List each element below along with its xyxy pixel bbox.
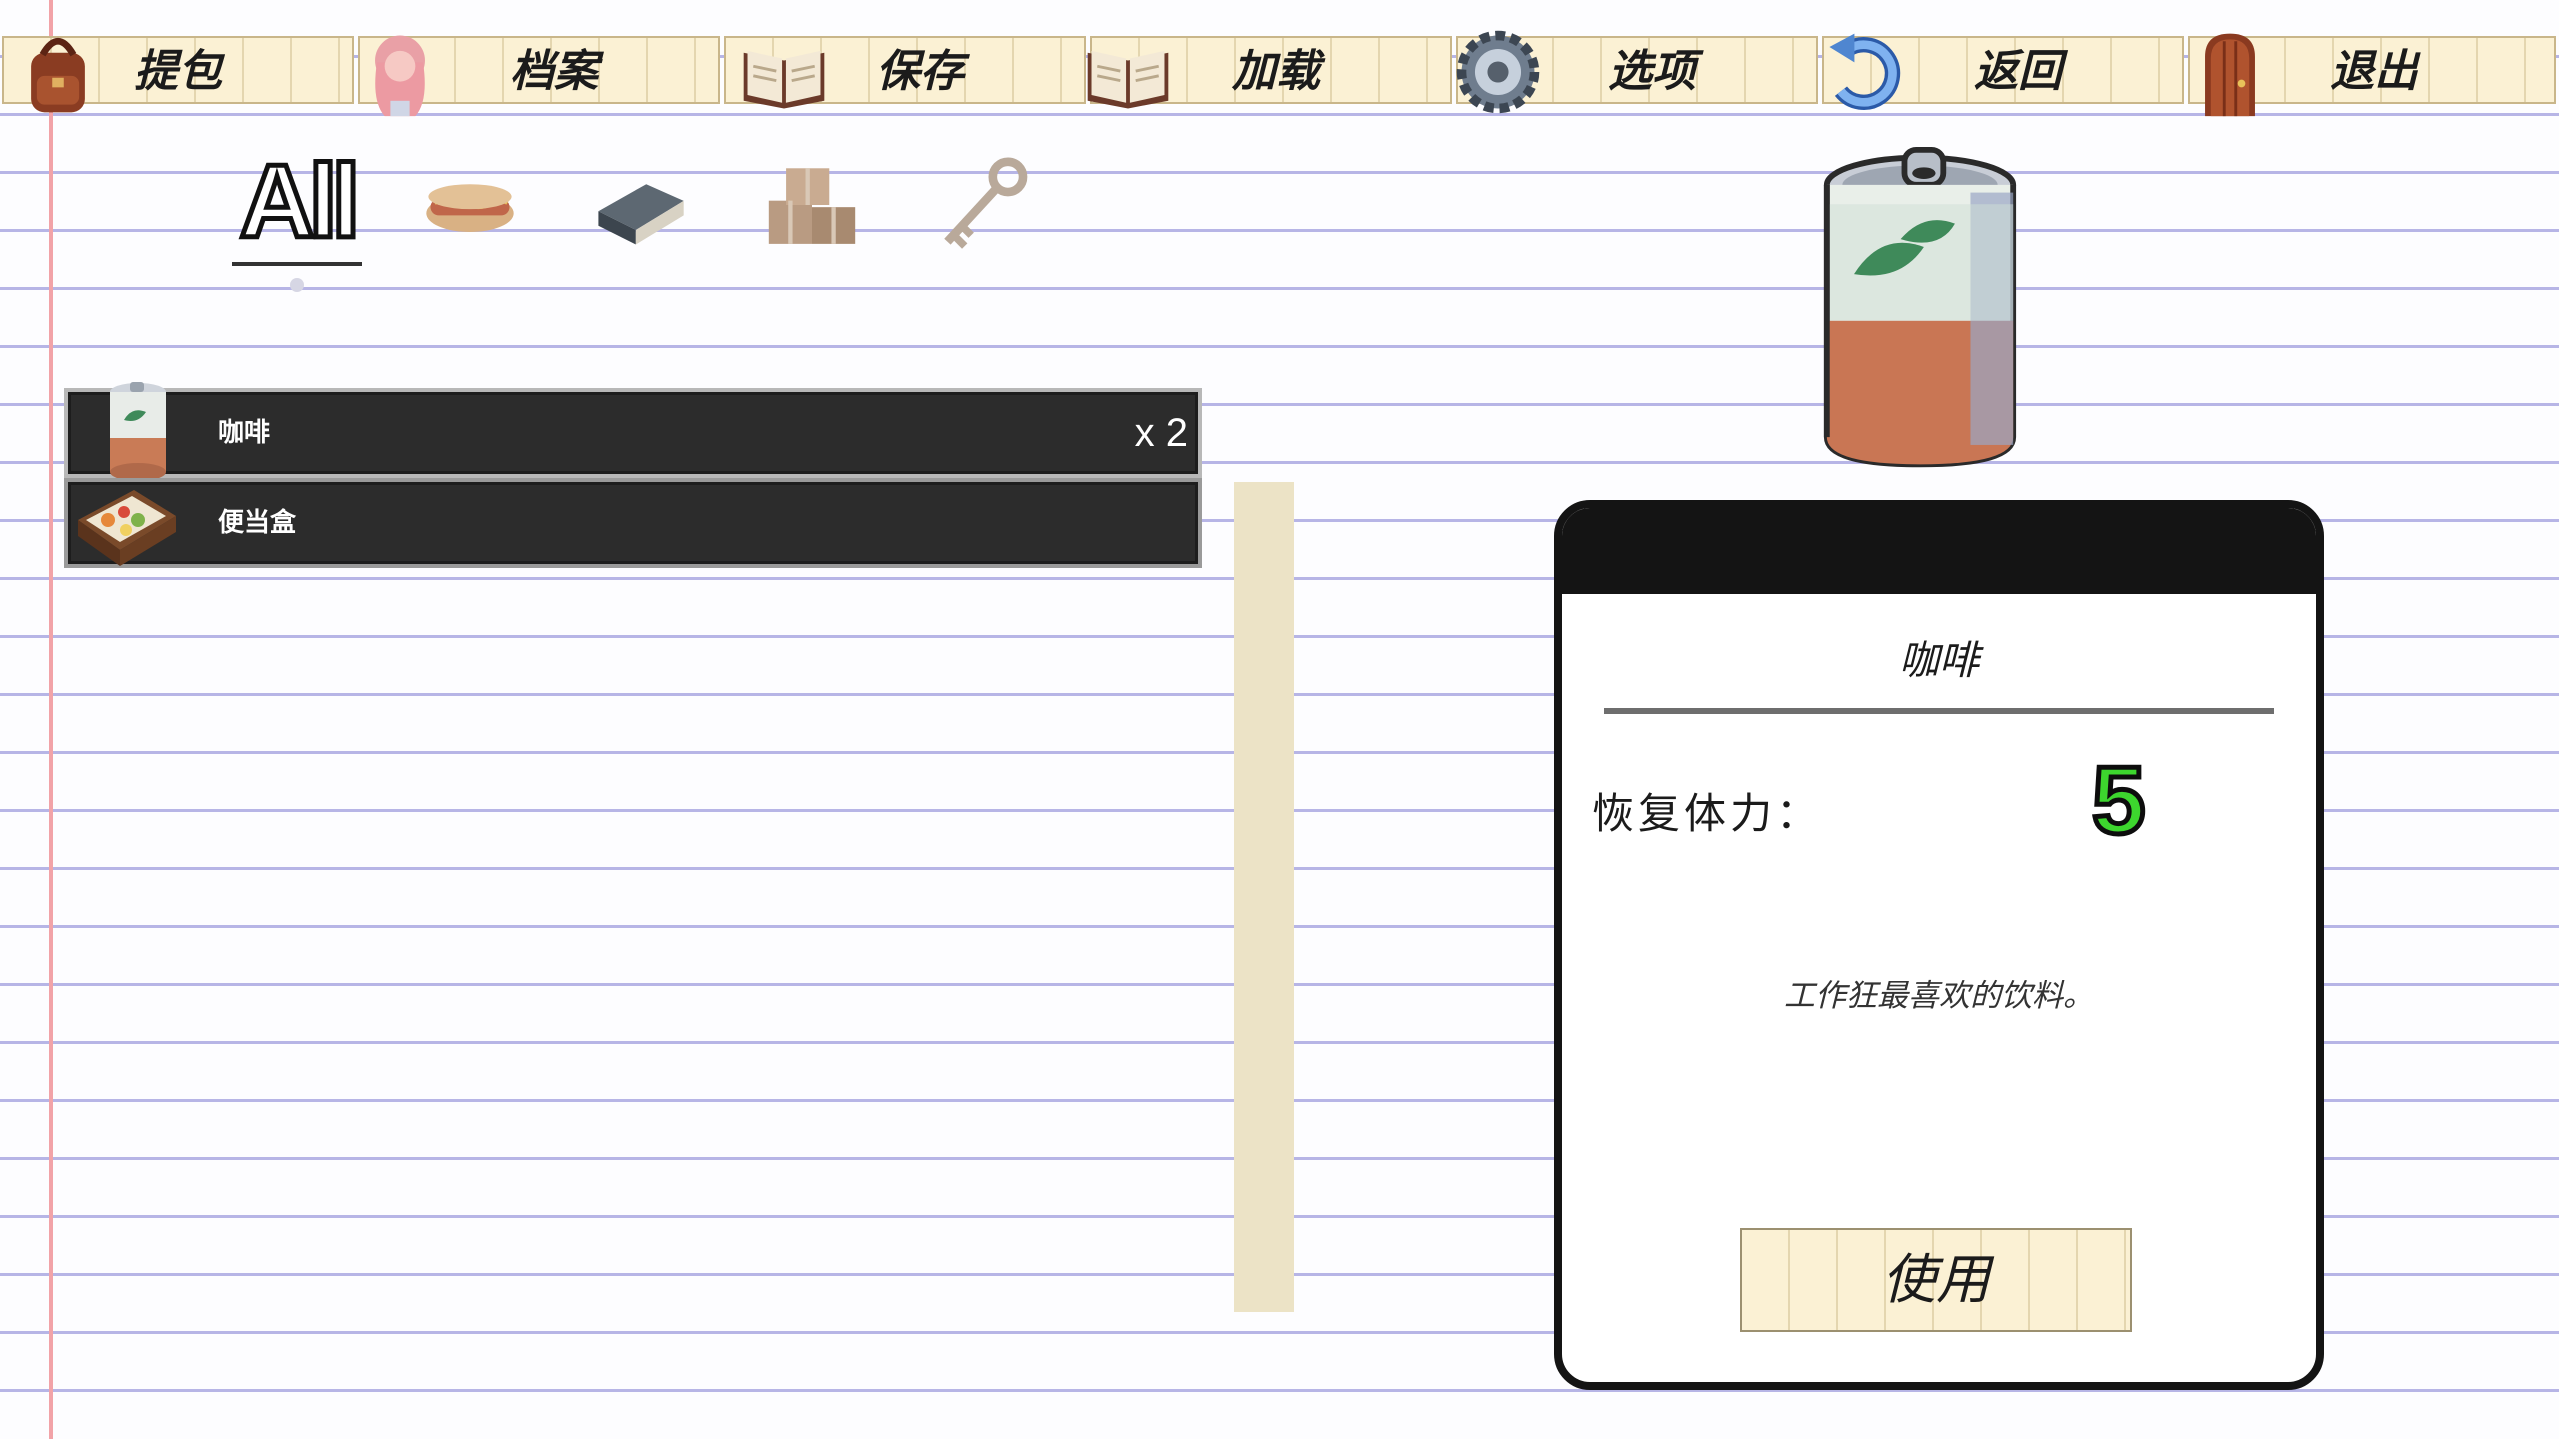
item-description: 工作狂最喜欢的饮料。 xyxy=(1784,978,2094,1014)
menu-quit-button[interactable]: 退出 xyxy=(2188,33,2556,117)
menu-load-button[interactable]: 加载 xyxy=(1087,36,1452,109)
girl-portrait-icon xyxy=(352,24,448,120)
menu-profile-button[interactable]: 档案 xyxy=(358,35,720,117)
menu-load-label: 加载 xyxy=(1232,46,1320,97)
use-item-button[interactable]: 使用 xyxy=(1740,1228,2132,1332)
menu-quit-label: 退出 xyxy=(2330,46,2418,97)
key-icon xyxy=(944,157,1028,249)
selected-item-image xyxy=(1800,146,2040,476)
selected-tab-dot xyxy=(290,278,304,292)
category-book-tab[interactable] xyxy=(588,150,692,260)
inventory-item-coffee[interactable]: 咖啡 x 2 xyxy=(64,382,1202,481)
return-arrow-icon xyxy=(1816,24,1912,120)
category-gifts-tab[interactable] xyxy=(758,150,866,260)
inventory-item-bento[interactable]: 便当盒 xyxy=(64,478,1202,568)
gift-boxes-icon xyxy=(768,168,856,244)
selected-tab-underline xyxy=(232,262,362,266)
coffee-can-icon xyxy=(1823,146,2017,468)
title-divider xyxy=(1604,708,2274,714)
detail-title: 咖啡 xyxy=(1899,638,1979,684)
category-food-tab[interactable] xyxy=(418,150,522,260)
gear-icon xyxy=(1450,24,1546,120)
item-detail-card: 咖啡 恢复体力： 5 工作狂最喜欢的饮料。 使用 xyxy=(1554,500,2324,1390)
open-book-icon xyxy=(1080,24,1176,120)
bento-box-icon xyxy=(72,470,182,580)
menu-options-button[interactable]: 选项 xyxy=(1456,30,1818,114)
item-name: 咖啡 xyxy=(218,418,271,448)
menu-options-label: 选项 xyxy=(1608,46,1696,97)
menu-save-label: 保存 xyxy=(876,46,964,97)
menu-back-label: 返回 xyxy=(1974,46,2062,97)
book-icon xyxy=(598,184,684,245)
backpack-icon xyxy=(10,24,106,120)
menu-back-button[interactable]: 返回 xyxy=(1822,33,2184,110)
menu-bag-label: 提包 xyxy=(134,46,222,97)
item-name: 便当盒 xyxy=(218,508,297,538)
menu-save-button[interactable]: 保存 xyxy=(724,36,1086,109)
inventory-scrollbar[interactable] xyxy=(1234,482,1294,1312)
stamina-restore-label: 恢复体力： xyxy=(1592,789,1823,838)
item-count: x 2 xyxy=(1134,411,1188,455)
menu-profile-label: 档案 xyxy=(510,46,598,97)
stamina-restore-value: 5 xyxy=(2089,745,2147,857)
card-header-bar xyxy=(1562,508,2316,594)
menu-bag-button[interactable]: 提包 xyxy=(2,36,354,113)
door-icon xyxy=(2182,24,2278,120)
open-book-icon xyxy=(736,24,832,120)
food-icon xyxy=(426,184,514,233)
category-keys-tab[interactable] xyxy=(928,150,1036,260)
category-all-tab[interactable]: All xyxy=(232,142,363,263)
top-menu-bar: 提包 档案 保存 加载 选项 返回 退出 xyxy=(0,0,2559,120)
